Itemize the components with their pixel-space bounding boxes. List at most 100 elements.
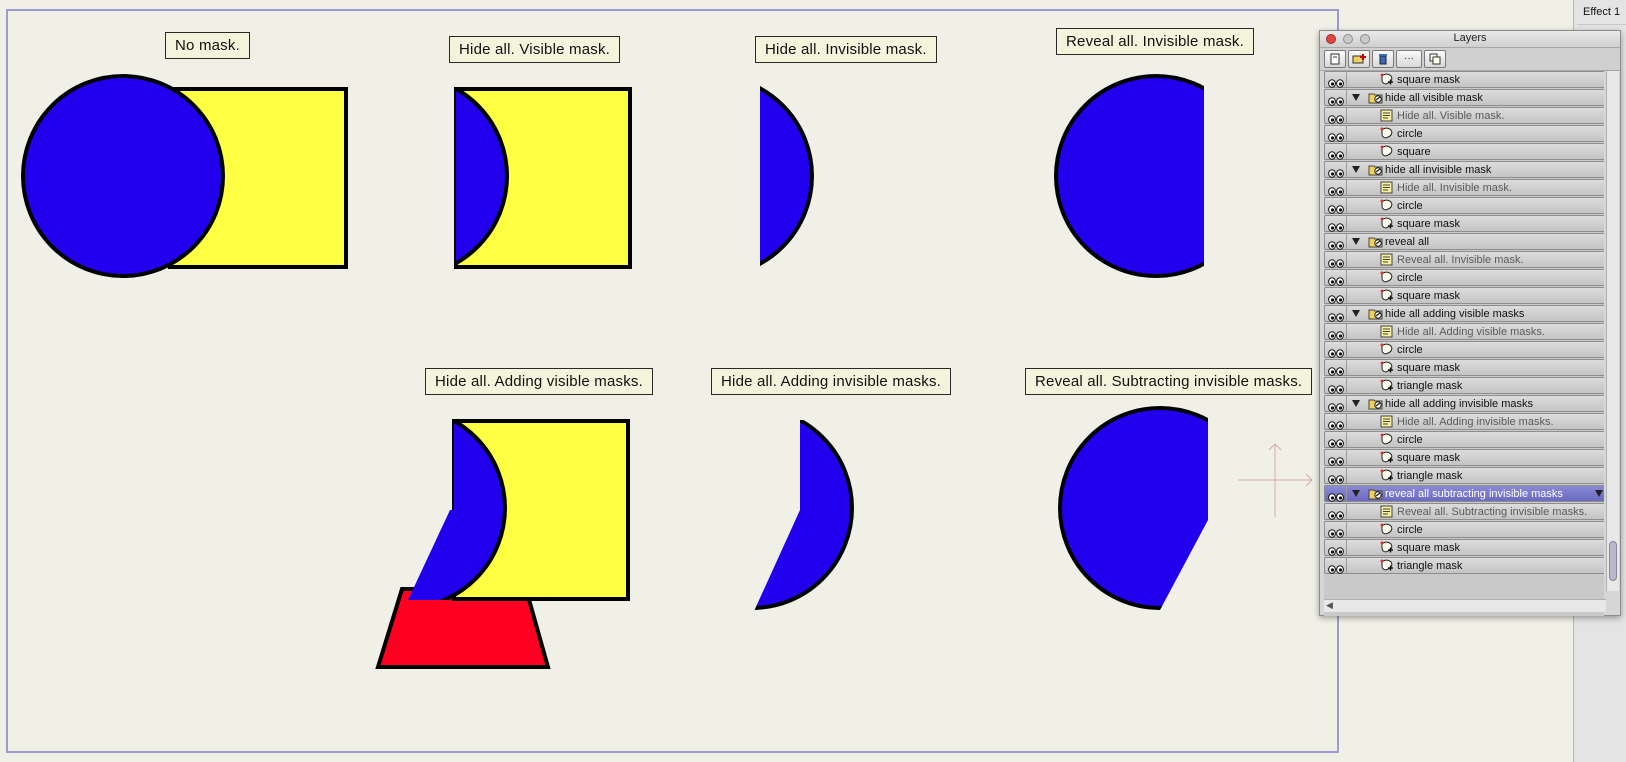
layer-row[interactable]: circle <box>1324 341 1604 358</box>
layer-row[interactable]: square mask <box>1324 449 1604 466</box>
hide-all-visible-drawing <box>454 87 632 269</box>
duplicate-layer-button[interactable] <box>1424 50 1446 68</box>
layer-row[interactable]: Hide all. Adding invisible masks. <box>1324 413 1604 430</box>
layer-row[interactable]: square mask <box>1324 287 1604 304</box>
vertical-scrollbar[interactable] <box>1606 71 1619 591</box>
layer-row[interactable]: hide all invisible mask <box>1324 161 1604 178</box>
effect-label[interactable]: Effect 1 <box>1583 6 1620 18</box>
layer-row[interactable]: circle <box>1324 269 1604 286</box>
layer-row[interactable]: Hide all. Invisible mask. <box>1324 179 1604 196</box>
visibility-eye-icon[interactable] <box>1328 147 1344 160</box>
lock-column-divider <box>1346 450 1347 465</box>
horizontal-scrollbar[interactable]: ◀ <box>1324 599 1606 612</box>
layer-name: Hide all. Adding visible masks. <box>1397 326 1545 338</box>
layer-row[interactable]: hide all adding visible masks <box>1324 305 1604 322</box>
new-layer-button[interactable] <box>1324 50 1346 68</box>
layer-row[interactable]: reveal all subtracting invisible masks <box>1324 485 1604 502</box>
visibility-eye-icon[interactable] <box>1328 129 1344 142</box>
delete-layer-button[interactable] <box>1372 50 1394 68</box>
layer-row[interactable]: hide all visible mask <box>1324 89 1604 106</box>
mask-icon <box>1380 451 1394 464</box>
visibility-eye-icon[interactable] <box>1328 417 1344 430</box>
layers-panel-titlebar[interactable]: Layers <box>1320 31 1620 48</box>
disclosure-triangle-icon[interactable] <box>1352 310 1360 317</box>
layer-name: Reveal all. Invisible mask. <box>1397 254 1524 266</box>
layer-row[interactable]: triangle mask <box>1324 467 1604 484</box>
visibility-eye-icon[interactable] <box>1328 489 1344 502</box>
more-options-button[interactable]: ··· <box>1396 50 1422 68</box>
chevron-down-icon[interactable] <box>1595 490 1603 497</box>
scroll-left-arrow-icon[interactable]: ◀ <box>1326 600 1333 611</box>
visibility-eye-icon[interactable] <box>1328 507 1344 520</box>
lock-column-divider <box>1346 162 1347 177</box>
layer-row[interactable]: Hide all. Visible mask. <box>1324 107 1604 124</box>
mask-icon <box>1380 379 1394 392</box>
layer-row[interactable]: Reveal all. Subtracting invisible masks. <box>1324 503 1604 520</box>
visibility-eye-icon[interactable] <box>1328 543 1344 556</box>
adding-invisible-circle <box>750 420 854 610</box>
new-layer-icon <box>1330 53 1340 65</box>
visibility-eye-icon[interactable] <box>1328 309 1344 322</box>
visibility-eye-icon[interactable] <box>1328 165 1344 178</box>
note-icon <box>1380 109 1394 122</box>
layer-row[interactable]: square mask <box>1324 71 1604 88</box>
visibility-eye-icon[interactable] <box>1328 453 1344 466</box>
shape-icon <box>1380 145 1394 158</box>
visibility-eye-icon[interactable] <box>1328 75 1344 88</box>
visibility-eye-icon[interactable] <box>1328 561 1344 574</box>
layer-row[interactable]: square mask <box>1324 359 1604 376</box>
visibility-eye-icon[interactable] <box>1328 255 1344 268</box>
visibility-eye-icon[interactable] <box>1328 111 1344 124</box>
lock-column-divider <box>1346 468 1347 483</box>
visibility-eye-icon[interactable] <box>1328 273 1344 286</box>
disclosure-triangle-icon[interactable] <box>1352 238 1360 245</box>
visibility-eye-icon[interactable] <box>1328 237 1344 250</box>
visibility-eye-icon[interactable] <box>1328 471 1344 484</box>
label-reveal-all-subtracting: Reveal all. Subtracting invisible masks. <box>1025 368 1313 395</box>
layer-row[interactable]: circle <box>1324 521 1604 538</box>
layer-name: circle <box>1397 272 1423 284</box>
layer-name: hide all visible mask <box>1385 92 1483 104</box>
disclosure-triangle-icon[interactable] <box>1352 94 1360 101</box>
layer-row[interactable]: square mask <box>1324 539 1604 556</box>
visibility-eye-icon[interactable] <box>1328 201 1344 214</box>
visibility-eye-icon[interactable] <box>1328 435 1344 448</box>
layer-row[interactable]: reveal all <box>1324 233 1604 250</box>
reveal-all-subtracting-drawing <box>1058 406 1208 610</box>
layer-row[interactable]: circle <box>1324 125 1604 142</box>
visibility-eye-icon[interactable] <box>1328 381 1344 394</box>
hide-all-adding-visible-drawing <box>375 419 630 669</box>
disclosure-triangle-icon[interactable] <box>1352 490 1360 497</box>
duplicate-icon <box>1429 53 1441 65</box>
scrollbar-thumb[interactable] <box>1609 541 1617 581</box>
visibility-eye-icon[interactable] <box>1328 525 1344 538</box>
visibility-eye-icon[interactable] <box>1328 219 1344 232</box>
layer-name: square mask <box>1397 542 1460 554</box>
layer-row[interactable]: hide all adding invisible masks <box>1324 395 1604 412</box>
layer-row[interactable]: triangle mask <box>1324 377 1604 394</box>
label-hide-all-invisible: Hide all. Invisible mask. <box>755 36 937 63</box>
mask-icon <box>1380 469 1394 482</box>
mask-icon <box>1380 73 1394 86</box>
visibility-eye-icon[interactable] <box>1328 399 1344 412</box>
mask-icon <box>1380 361 1394 374</box>
layer-row[interactable]: triangle mask <box>1324 557 1604 574</box>
layer-row[interactable]: circle <box>1324 431 1604 448</box>
layer-row[interactable]: Reveal all. Invisible mask. <box>1324 251 1604 268</box>
layer-row[interactable]: Hide all. Adding visible masks. <box>1324 323 1604 340</box>
disclosure-triangle-icon[interactable] <box>1352 166 1360 173</box>
visibility-eye-icon[interactable] <box>1328 327 1344 340</box>
layer-row[interactable]: square mask <box>1324 215 1604 232</box>
new-folder-button[interactable] <box>1348 50 1370 68</box>
visibility-eye-icon[interactable] <box>1328 345 1344 358</box>
layer-row[interactable]: square <box>1324 143 1604 160</box>
visibility-eye-icon[interactable] <box>1328 291 1344 304</box>
layer-row[interactable]: circle <box>1324 197 1604 214</box>
visibility-eye-icon[interactable] <box>1328 363 1344 376</box>
disclosure-triangle-icon[interactable] <box>1352 400 1360 407</box>
visibility-eye-icon[interactable] <box>1328 183 1344 196</box>
layer-name: square mask <box>1397 362 1460 374</box>
layer-name: hide all adding visible masks <box>1385 308 1525 320</box>
visibility-eye-icon[interactable] <box>1328 93 1344 106</box>
layer-list[interactable]: square mask hide all visible mask Hide all… <box>1324 71 1604 616</box>
